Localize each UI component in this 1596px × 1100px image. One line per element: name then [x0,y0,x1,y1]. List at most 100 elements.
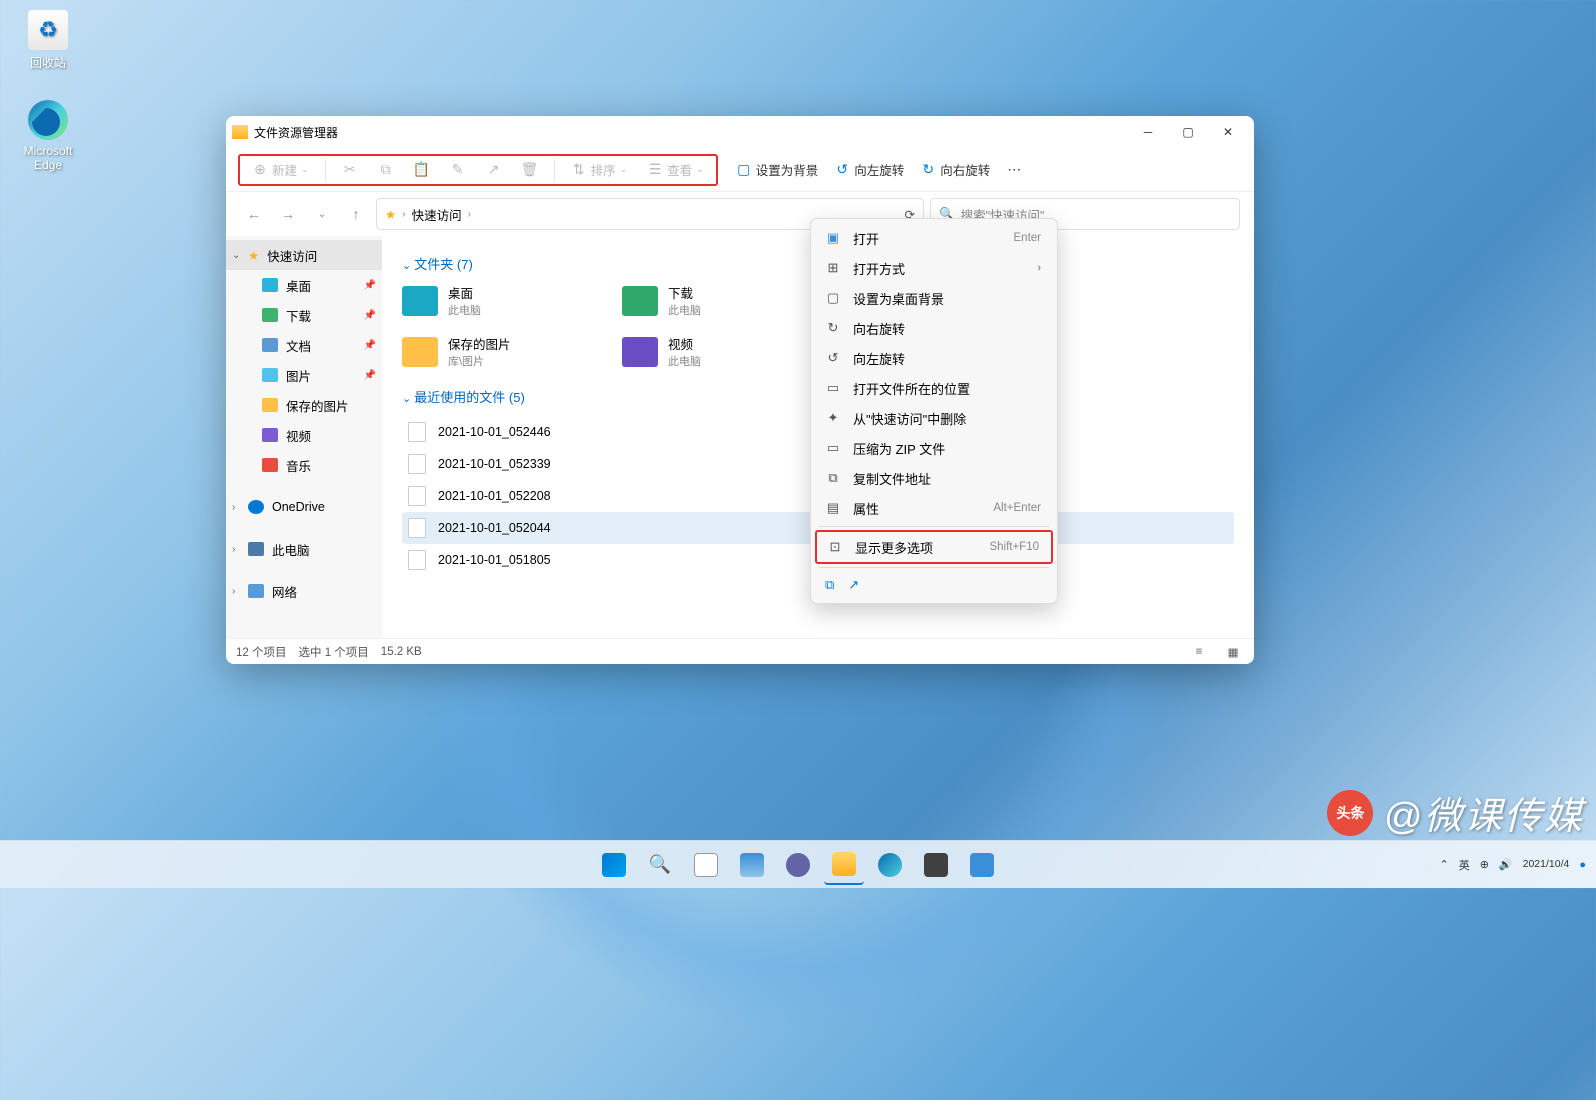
tray-speaker-icon[interactable]: 🔊 [1499,858,1513,871]
app-icon [970,853,994,877]
close-button[interactable]: ✕ [1208,116,1248,148]
sidebar-item[interactable]: 保存的图片 [226,390,382,420]
share-icon[interactable]: ↗ [848,577,859,593]
folder-item[interactable]: 保存的图片库\图片 [402,334,592,369]
folder-sublabel: 库\图片 [448,353,511,369]
menu-item[interactable]: ▭压缩为 ZIP 文件 [815,433,1053,463]
status-selected: 选中 1 个项目 [299,644,369,660]
rotate-right-button[interactable]: ↻向右旋转 [912,155,998,185]
desktop-edge[interactable]: Microsoft Edge [10,100,86,172]
forward-button[interactable]: → [274,200,302,228]
sidebar-item[interactable]: ⌄★快速访问 [226,240,382,270]
folder-item[interactable]: 视频此电脑 [622,334,812,369]
menu-icon: ▭ [825,380,841,396]
menu-show-more-options[interactable]: ⊡ 显示更多选项 Shift+F10 [817,532,1051,562]
back-button[interactable]: ← [240,200,268,228]
menu-item[interactable]: ↻向右旋转 [815,313,1053,343]
task-chat-button[interactable] [778,845,818,885]
sidebar-item[interactable]: 下载📌 [226,300,382,330]
rename-button[interactable]: ✎ [442,155,474,185]
task-view-icon [694,853,718,877]
recent-locations-button[interactable]: ⌄ [308,200,336,228]
sidebar-item-thispc[interactable]: ›此电脑 [226,534,382,564]
copy-button[interactable]: ⧉ [370,155,402,185]
menu-item[interactable]: ▤属性Alt+Enter [815,493,1053,523]
sidebar-item-label: 桌面 [286,276,311,295]
folder-icon [262,338,278,352]
task-explorer-button[interactable] [824,845,864,885]
sidebar-item-network[interactable]: ›网络 [226,576,382,606]
pin-icon: 📌 [364,310,376,321]
folder-icon [262,278,278,292]
menu-icon: ⊞ [825,260,841,276]
menu-separator [819,567,1049,568]
start-button[interactable] [594,845,634,885]
view-button[interactable]: ☰查看 ⌄ [639,155,712,185]
sidebar-item[interactable]: 视频 [226,420,382,450]
task-app-button[interactable] [962,845,1002,885]
titlebar[interactable]: 文件资源管理器 ─ ▢ ✕ [226,116,1254,148]
sort-button[interactable]: ⇅排序 ⌄ [563,155,636,185]
task-widgets-button[interactable] [732,845,772,885]
menu-label: 打开 [853,229,879,248]
folder-item[interactable]: 桌面此电脑 [402,283,592,318]
delete-button[interactable]: 🗑 [514,155,546,185]
folder-item[interactable]: 下载此电脑 [622,283,812,318]
maximize-button[interactable]: ▢ [1168,116,1208,148]
more-button[interactable]: ⋯ [998,155,1030,185]
plus-icon: ⊕ [252,162,268,178]
sidebar-item-label: 快速访问 [267,246,317,265]
view-icons-button[interactable]: ▦ [1222,642,1244,662]
network-icon [248,584,264,598]
minimize-button[interactable]: ─ [1128,116,1168,148]
tray-ime[interactable]: 英 [1459,857,1470,873]
recycle-bin-label: 回收站 [10,54,86,71]
cut-button[interactable]: ✂ [334,155,366,185]
set-background-button[interactable]: ▢设置为背景 [728,155,827,185]
menu-item[interactable]: ⧉复制文件地址 [815,463,1053,493]
pc-icon [248,542,264,556]
task-edge-button[interactable] [870,845,910,885]
tray-chevron-icon[interactable]: ⌃ [1439,858,1448,871]
chevron-down-icon: ⌄ [696,164,704,175]
new-button[interactable]: ⊕新建 ⌄ [244,155,317,185]
paste-button[interactable]: 📋 [406,155,438,185]
menu-item[interactable]: ▣打开Enter [815,223,1053,253]
menu-icon: ⧉ [825,470,841,486]
file-icon [408,518,426,538]
desktop-recycle-bin[interactable]: ♻ 回收站 [10,10,86,71]
up-button[interactable]: ↑ [342,200,370,228]
watermark-badge: 头条 [1327,790,1373,836]
breadcrumb-item[interactable]: 快速访问 [412,205,462,224]
share-button[interactable]: ↗ [478,155,510,185]
chevron-down-icon: ⌄ [232,250,240,261]
menu-item[interactable]: ▢设置为桌面背景 [815,283,1053,313]
menu-item[interactable]: ▭打开文件所在的位置 [815,373,1053,403]
trash-icon: 🗑 [522,162,538,178]
sidebar-item[interactable]: 音乐 [226,450,382,480]
tray-notifications-icon[interactable]: ● [1579,859,1586,871]
tray-clock[interactable]: 2021/10/4 [1523,858,1570,871]
folder-icon [832,852,856,876]
menu-item[interactable]: ✦从"快速访问"中删除 [815,403,1053,433]
task-view-button[interactable] [686,845,726,885]
sidebar-item[interactable]: 图片📌 [226,360,382,390]
sidebar-item[interactable]: 文档📌 [226,330,382,360]
menu-label: 属性 [853,499,879,518]
menu-item[interactable]: ⊞打开方式› [815,253,1053,283]
sidebar-item-onedrive[interactable]: ›OneDrive [226,492,382,522]
view-details-button[interactable]: ≡ [1188,642,1210,662]
rotate-left-button[interactable]: ↺向左旋转 [826,155,912,185]
onedrive-icon [248,500,264,514]
task-search-button[interactable]: 🔍 [640,845,680,885]
system-tray[interactable]: ⌃ 英 ⊕ 🔊 2021/10/4 ● [1439,857,1586,873]
file-icon [408,454,426,474]
rotate-right-icon: ↻ [920,162,936,178]
tray-network-icon[interactable]: ⊕ [1480,858,1489,871]
menu-icon: ✦ [825,410,841,426]
copy-icon[interactable]: ⧉ [825,577,834,593]
watermark-text: @微课传媒 [1383,785,1584,840]
sidebar-item[interactable]: 桌面📌 [226,270,382,300]
task-store-button[interactable] [916,845,956,885]
menu-item[interactable]: ↺向左旋转 [815,343,1053,373]
